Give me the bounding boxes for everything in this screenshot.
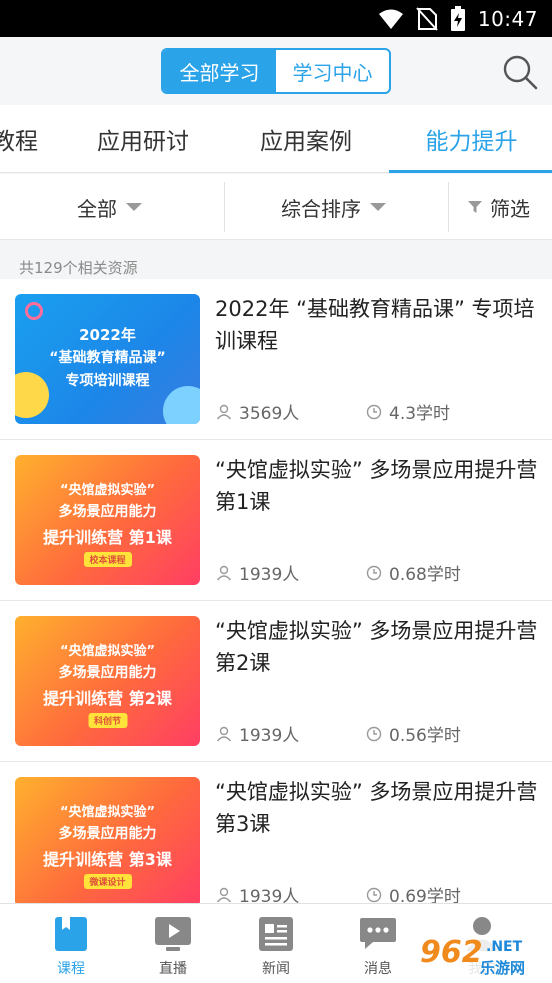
thumb-line: “央馆虚拟实验” [59, 644, 156, 659]
course-title: “央馆虚拟实验” 多场景应用提升营 第2课 [215, 619, 538, 675]
person-icon [216, 565, 232, 580]
segment-learning-center[interactable]: 学习中心 [276, 50, 389, 92]
filter-all-label: 全部 [77, 196, 117, 221]
tab-label: 教程 [0, 129, 38, 155]
course-hours-value: 4.3学时 [389, 404, 451, 424]
clock-icon [366, 565, 382, 580]
course-item[interactable]: “央馆虚拟实验” 多场景应用能力 提升训练营 第2课 科创节 “央馆虚拟实验” … [0, 601, 552, 762]
nav-live[interactable]: 直播 [128, 904, 218, 983]
course-thumbnail: “央馆虚拟实验” 多场景应用能力 提升训练营 第2课 科创节 [15, 616, 200, 746]
battery-charging-icon [450, 6, 466, 32]
thumb-line: 专项培训课程 [65, 373, 150, 389]
search-icon[interactable] [502, 54, 538, 90]
nav-course[interactable]: 课程 [26, 904, 116, 983]
dropdown-arrow-icon [370, 203, 386, 211]
sort-dropdown[interactable]: 综合排序 [281, 174, 386, 240]
status-bar: 10:47 [0, 0, 552, 37]
tab-label: 应用研讨 [97, 129, 189, 155]
nav-label: 课程 [57, 961, 85, 977]
thumb-line: 2022年 [79, 326, 136, 344]
person-icon [216, 887, 232, 902]
learner-count: 1939人 [216, 721, 299, 746]
course-item[interactable]: “央馆虚拟实验” 多场景应用能力 提升训练营 第3课 微课设计 “央馆虚拟实验”… [0, 762, 552, 923]
thumb-line: 提升训练营 第1课 [43, 528, 172, 547]
thumb-line: “央馆虚拟实验” [59, 483, 156, 498]
sort-label: 综合排序 [281, 196, 361, 221]
no-sim-icon [416, 7, 438, 31]
course-item[interactable]: 2022年 “基础教育精品课” 专项培训课程 2022年 “基础教育精品课” 专… [0, 279, 552, 440]
nav-news[interactable]: 新闻 [231, 904, 321, 983]
news-icon [258, 914, 294, 954]
tab-application-cases[interactable]: 应用案例 [260, 105, 352, 173]
divider [224, 182, 225, 232]
site-watermark-logo: 962 .NET 乐游网 [410, 935, 546, 979]
active-tab-indicator [389, 170, 552, 173]
course-hours-value: 0.56学时 [389, 726, 461, 746]
thumb-tag: 校本课程 [83, 552, 132, 567]
course-hours: 4.3学时 [366, 399, 450, 424]
thumb-tag: 微课设计 [83, 874, 132, 889]
thumb-line: 多场景应用能力 [58, 826, 157, 842]
category-tabs: 教程 应用研讨 应用案例 能力提升 [0, 105, 552, 173]
filter-all-dropdown[interactable]: 全部 [77, 174, 142, 240]
clock-icon [366, 404, 382, 419]
decoration [25, 302, 43, 320]
message-icon [359, 914, 397, 954]
clock-icon [366, 726, 382, 741]
thumb-line: 提升训练营 第2课 [43, 689, 172, 708]
decoration [163, 386, 200, 424]
watermark-domain: .NET [486, 939, 523, 955]
nav-label: 新闻 [262, 961, 290, 977]
result-count: 共129个相关资源 [19, 259, 138, 277]
learning-scope-toggle: 全部学习 学习中心 [161, 48, 391, 94]
book-icon [54, 914, 88, 954]
segment-all-learning[interactable]: 全部学习 [163, 50, 276, 92]
dropdown-arrow-icon [126, 203, 142, 211]
status-time: 10:47 [477, 7, 538, 31]
course-list: 2022年 “基础教育精品课” 专项培训课程 2022年 “基础教育精品课” 专… [0, 279, 552, 923]
top-header: 全部学习 学习中心 [0, 37, 552, 105]
thumb-line: 多场景应用能力 [58, 504, 157, 520]
nav-label: 直播 [159, 961, 187, 977]
course-thumbnail: “央馆虚拟实验” 多场景应用能力 提升训练营 第1课 校本课程 [15, 455, 200, 585]
learner-count-value: 3569人 [239, 404, 300, 424]
thumb-tag: 科创节 [87, 713, 128, 728]
course-hours: 0.56学时 [366, 721, 461, 746]
tab-tutorial[interactable]: 教程 [0, 105, 38, 173]
screen-button[interactable]: 筛选 [468, 174, 530, 240]
learner-count-value: 1939人 [239, 565, 300, 585]
course-thumbnail: 2022年 “基础教育精品课” 专项培训课程 [15, 294, 200, 424]
watermark-number: 962 [420, 935, 483, 970]
thumb-line: “基础教育精品课” [49, 350, 166, 366]
course-hours: 0.68学时 [366, 560, 461, 585]
course-hours-value: 0.68学时 [389, 565, 461, 585]
tab-application-discussion[interactable]: 应用研讨 [97, 105, 189, 173]
thumb-line: “央馆虚拟实验” [59, 805, 156, 820]
learner-count: 3569人 [216, 399, 299, 424]
tab-ability-improvement[interactable]: 能力提升 [389, 105, 552, 173]
course-title: “央馆虚拟实验” 多场景应用提升营 第3课 [215, 780, 538, 836]
person-icon [216, 404, 232, 419]
tab-label: 能力提升 [425, 129, 518, 155]
filter-bar: 全部 综合排序 筛选 [0, 174, 552, 240]
screen-label: 筛选 [490, 196, 530, 221]
watermark-site-name: 乐游网 [480, 959, 526, 977]
learner-count-value: 1939人 [239, 726, 300, 746]
person-icon [216, 726, 232, 741]
live-play-icon [154, 914, 192, 954]
course-title: “央馆虚拟实验” 多场景应用提升营 第1课 [215, 458, 538, 514]
divider [448, 182, 449, 232]
thumb-line: 多场景应用能力 [58, 665, 157, 681]
course-thumbnail: “央馆虚拟实验” 多场景应用能力 提升训练营 第3课 微课设计 [15, 777, 200, 907]
course-item[interactable]: “央馆虚拟实验” 多场景应用能力 提升训练营 第1课 校本课程 “央馆虚拟实验”… [0, 440, 552, 601]
nav-label: 消息 [364, 961, 392, 977]
tab-label: 应用案例 [260, 129, 352, 155]
course-title: 2022年 “基础教育精品课” 专项培训课程 [215, 297, 535, 353]
wifi-icon [378, 8, 404, 30]
funnel-icon [468, 195, 482, 219]
thumb-line: 提升训练营 第3课 [43, 850, 172, 869]
learner-count: 1939人 [216, 560, 299, 585]
clock-icon [366, 887, 382, 902]
